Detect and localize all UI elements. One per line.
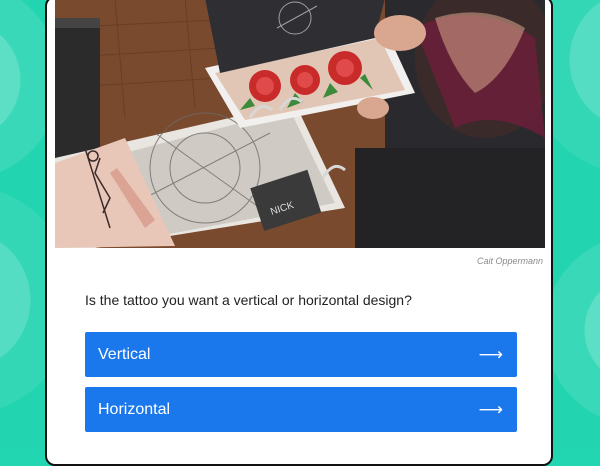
answer-label: Vertical bbox=[98, 345, 151, 363]
quiz-question: Is the tattoo you want a vertical or hor… bbox=[85, 292, 412, 308]
answer-label: Horizontal bbox=[98, 400, 171, 418]
answer-vertical-button[interactable]: Vertical ⟶ bbox=[85, 332, 517, 377]
arrow-right-icon: ⟶ bbox=[478, 345, 503, 364]
arrow-right-icon: ⟶ bbox=[478, 400, 503, 419]
quiz-card: NICK Cait Oppermann Is the tattoo you wa… bbox=[45, 0, 553, 466]
answer-horizontal-button[interactable]: Horizontal ⟶ bbox=[85, 387, 517, 432]
tattoo-portfolio-photo: NICK bbox=[55, 0, 545, 248]
photo-credit: Cait Oppermann bbox=[476, 256, 543, 266]
